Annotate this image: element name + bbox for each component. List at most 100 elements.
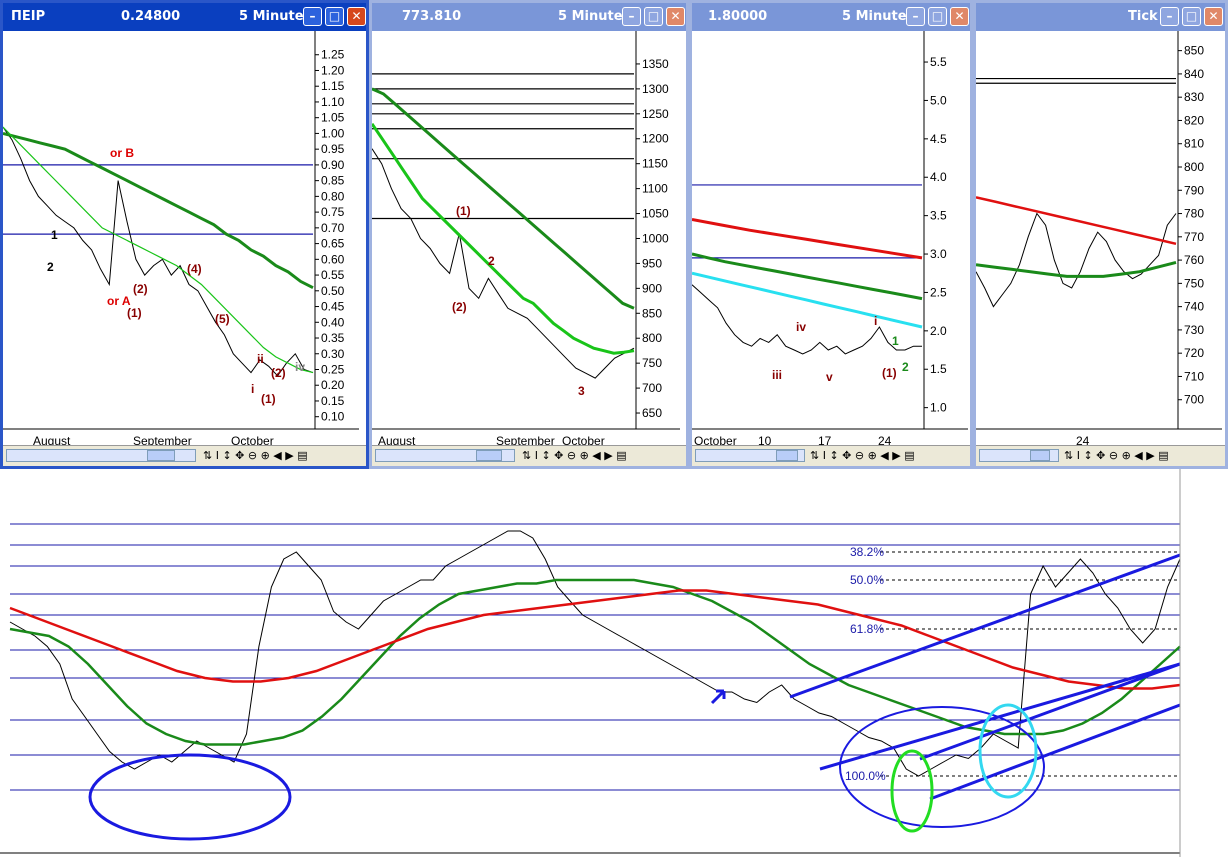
close-button[interactable]: ✕ <box>666 7 685 26</box>
y-tick-label: 800 <box>1184 160 1204 174</box>
horizontal-scrollbar[interactable] <box>375 449 515 462</box>
fib-level-label: 100.0% <box>845 769 886 783</box>
series-line <box>976 196 1177 246</box>
y-tick-label: 650 <box>642 406 662 420</box>
window-value: 0.24800 <box>121 9 181 24</box>
fib-level-label: 38.2% <box>850 545 884 559</box>
y-tick-label: 0.35 <box>321 331 345 345</box>
toolbar-icons[interactable]: ⇅ I ↕ ✥ ⊖ ⊕ ◀ ▶ ▤ <box>1064 449 1169 462</box>
y-tick-label: 0.80 <box>321 189 345 203</box>
y-tick-label: 740 <box>1184 300 1204 314</box>
y-tick-label: 830 <box>1184 90 1204 104</box>
y-tick-label: 0.40 <box>321 315 345 329</box>
y-tick-label: 790 <box>1184 183 1204 197</box>
y-tick-label: 1.0 <box>930 401 947 415</box>
y-tick-label: 1.20 <box>321 63 345 77</box>
y-tick-label: 700 <box>1184 393 1204 407</box>
y-tick-label: 0.25 <box>321 362 345 376</box>
window-interval: 5 Minute <box>239 9 304 24</box>
y-tick-label: 710 <box>1184 369 1204 383</box>
wave-label: 3 <box>578 384 585 398</box>
y-tick-label: 800 <box>642 331 662 345</box>
trend-channel-line <box>929 703 1181 801</box>
y-tick-label: 0.55 <box>321 268 345 282</box>
y-tick-label: 730 <box>1184 323 1204 337</box>
scroll-thumb[interactable] <box>476 450 502 461</box>
y-tick-label: 950 <box>642 256 662 270</box>
y-tick-label: 1200 <box>642 132 669 146</box>
series-line <box>9 589 1181 690</box>
maximize-button[interactable]: □ <box>1182 7 1201 26</box>
window-symbol: ПEIP <box>11 9 46 24</box>
wave-label: 2 <box>902 360 909 374</box>
toolbar-icons[interactable]: ⇅ I ↕ ✥ ⊖ ⊕ ◀ ▶ ▤ <box>810 449 915 462</box>
series-line <box>692 252 923 301</box>
horizontal-scrollbar[interactable] <box>6 449 196 462</box>
fib-level-label: 61.8% <box>850 622 884 636</box>
close-button[interactable]: ✕ <box>1204 7 1223 26</box>
y-tick-label: 810 <box>1184 137 1204 151</box>
window-interval: Tick <box>1128 9 1158 24</box>
title-bar[interactable]: Tick – □ ✕ <box>976 3 1225 31</box>
maximize-button[interactable]: □ <box>644 7 663 26</box>
wave-label: (1) <box>882 366 897 380</box>
y-tick-label: 1000 <box>642 231 669 245</box>
wave-label: ii <box>257 352 264 366</box>
y-tick-label: 4.5 <box>930 132 947 146</box>
close-button[interactable]: ✕ <box>950 7 969 26</box>
y-tick-label: 1.5 <box>930 362 947 376</box>
chart-toolbar: ⇅ I ↕ ✥ ⊖ ⊕ ◀ ▶ ▤ <box>692 445 970 466</box>
wave-label: iv <box>295 360 305 374</box>
chart-window-1[interactable]: ПEIP 0.24800 5 Minute – □ ✕ 1.25 1.20 1.15… <box>0 0 369 469</box>
title-bar[interactable]: 1.80000 5 Minute – □ ✕ <box>692 3 970 31</box>
y-tick-label: 3.5 <box>930 209 947 223</box>
y-tick-label: 1300 <box>642 82 669 96</box>
series-line <box>372 87 635 310</box>
y-tick-label: 1.05 <box>321 111 345 125</box>
y-tick-label: 750 <box>642 356 662 370</box>
scroll-thumb[interactable] <box>776 450 798 461</box>
minimize-button[interactable]: – <box>303 7 322 26</box>
maximize-button[interactable]: □ <box>325 7 344 26</box>
toolbar-icons[interactable]: ⇅ I ↕ ✥ ⊖ ⊕ ◀ ▶ ▤ <box>522 449 627 462</box>
title-bar[interactable]: ПEIP 0.24800 5 Minute – □ ✕ <box>3 3 366 31</box>
chart-window-2[interactable]: 773.810 5 Minute – □ ✕ 1350 1300 1250 1200 1… <box>369 0 689 469</box>
y-tick-label: 900 <box>642 281 662 295</box>
y-tick-label: 2.5 <box>930 285 947 299</box>
series-line <box>976 260 1177 278</box>
minimize-button[interactable]: – <box>622 7 641 26</box>
y-tick-label: 1050 <box>642 207 669 221</box>
y-tick-label: 5.5 <box>930 55 947 69</box>
wave-label: 1 <box>892 334 899 348</box>
scroll-thumb[interactable] <box>1030 450 1050 461</box>
y-tick-label: 1.10 <box>321 95 345 109</box>
y-tick-label: 3.0 <box>930 247 947 261</box>
y-tick-label: 1350 <box>642 57 669 71</box>
chart-toolbar: ⇅ I ↕ ✥ ⊖ ⊕ ◀ ▶ ▤ <box>372 445 686 466</box>
wave-label: (1) <box>456 204 471 218</box>
y-tick-label: 1100 <box>642 182 668 196</box>
y-tick-label: 0.30 <box>321 347 345 361</box>
y-tick-label: 0.85 <box>321 174 345 188</box>
horizontal-scrollbar[interactable] <box>695 449 805 462</box>
y-tick-label: 1150 <box>642 157 668 171</box>
main-chart: 38.2% 50.0% 61.8% 100.0% <box>0 469 1181 857</box>
series-line <box>9 530 1181 777</box>
scroll-thumb[interactable] <box>147 450 175 461</box>
y-tick-label: 4.0 <box>930 170 947 184</box>
close-button[interactable]: ✕ <box>347 7 366 26</box>
wave-label: iii <box>772 368 782 382</box>
minimize-button[interactable]: – <box>906 7 925 26</box>
chart-window-3[interactable]: 1.80000 5 Minute – □ ✕ 5.5 5.0 4.5 4.0 3.5 3.… <box>689 0 973 469</box>
chart-toolbar: ⇅ I ↕ ✥ ⊖ ⊕ ◀ ▶ ▤ <box>3 445 366 466</box>
title-bar[interactable]: 773.810 5 Minute – □ ✕ <box>372 3 686 31</box>
arrow-icon <box>710 689 726 705</box>
toolbar-icons[interactable]: ⇅ I ↕ ✥ ⊖ ⊕ ◀ ▶ ▤ <box>203 449 308 462</box>
chart-window-4[interactable]: Tick – □ ✕ 850 840 830 820 810 800 790 780 770 76… <box>973 0 1228 469</box>
y-tick-label: 820 <box>1184 113 1204 127</box>
minimize-button[interactable]: – <box>1160 7 1179 26</box>
maximize-button[interactable]: □ <box>928 7 947 26</box>
wave-label: (4) <box>187 262 202 276</box>
y-tick-label: 1.00 <box>321 126 345 140</box>
horizontal-scrollbar[interactable] <box>979 449 1059 462</box>
